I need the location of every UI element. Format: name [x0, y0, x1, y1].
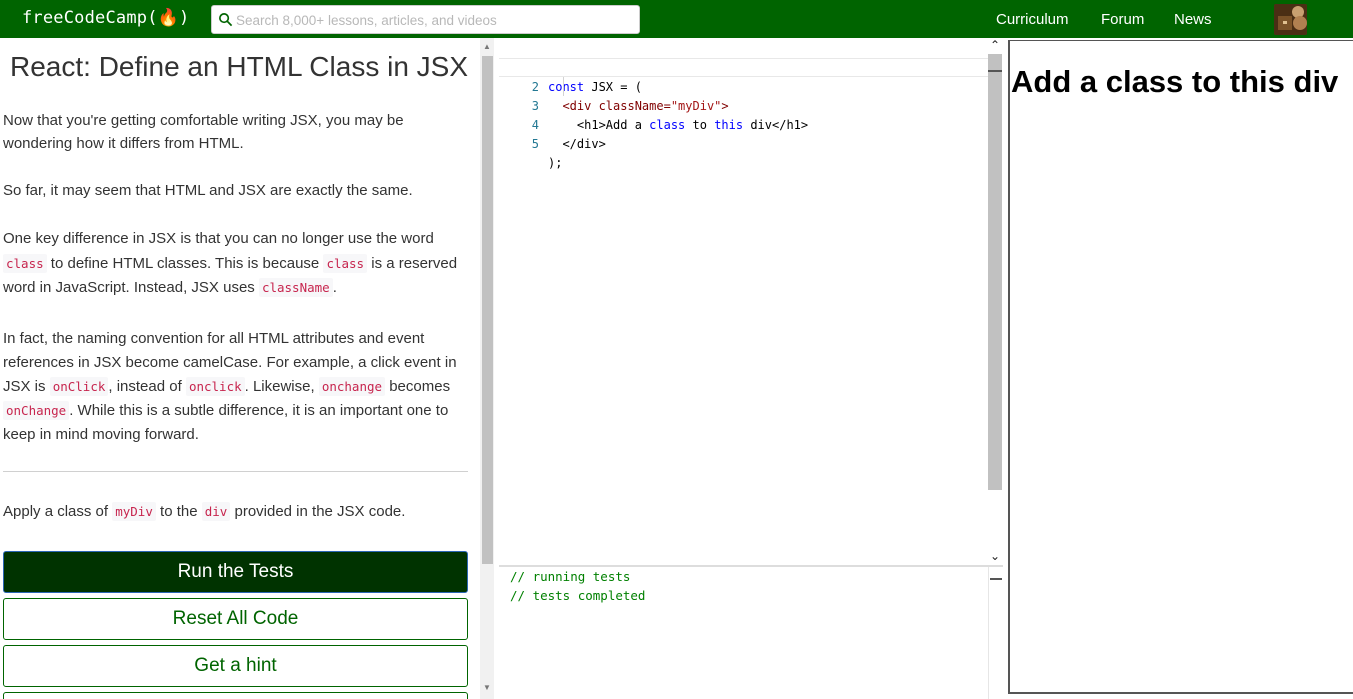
console-scrollbar[interactable]	[988, 567, 1002, 699]
scrollbar-thumb[interactable]	[482, 56, 493, 564]
avatar-icon	[1274, 4, 1307, 35]
inline-code: div	[201, 502, 231, 521]
paragraph-1: Now that you're getting comfortable writ…	[3, 112, 404, 152]
code-editor[interactable]: 1 const JSX = ( 2 <div className="myDiv"…	[499, 38, 1003, 563]
inline-code: class	[323, 253, 368, 273]
scroll-up-icon[interactable]: ▲	[480, 40, 494, 54]
navbar: freeCodeCamp(🔥) Curriculum Forum News	[0, 0, 1353, 38]
scroll-down-icon[interactable]: ▼	[480, 681, 494, 695]
run-tests-button[interactable]: Run the Tests	[3, 551, 468, 593]
code-line[interactable]: 4 </div>	[499, 97, 989, 151]
description-scrollbar[interactable]: ▲ ▼	[480, 38, 494, 699]
nav-news-link[interactable]: News	[1174, 11, 1212, 28]
inline-code: onchange	[318, 377, 386, 396]
ask-help-button[interactable]	[3, 692, 468, 699]
inline-code: class	[3, 253, 47, 273]
code-line[interactable]: 5 );	[499, 116, 989, 170]
inline-code: onClick	[49, 377, 109, 396]
code-line[interactable]: 3 <h1>Add a class to this div</h1>	[499, 78, 989, 132]
search-box[interactable]	[211, 5, 640, 34]
editor-scroll-up-icon[interactable]: ⌃	[988, 38, 1002, 52]
cursor-marker	[988, 70, 1002, 72]
paragraph-4: In fact, the naming convention for all H…	[3, 330, 457, 443]
indent-guide	[563, 77, 564, 96]
freecodecamp-logo[interactable]: freeCodeCamp(🔥)	[22, 8, 189, 28]
code-line-active[interactable]: 2 <div className="myDiv">	[499, 58, 989, 113]
editor-scroll-down-icon[interactable]: ⌄	[988, 549, 1002, 563]
inline-code: onChange	[3, 401, 70, 420]
task-instructions: Apply a class of myDiv to the div provid…	[3, 502, 406, 521]
preview-pane: Add a class to this div	[1008, 40, 1353, 694]
test-output-console[interactable]: // running tests // tests completed	[499, 565, 1003, 699]
console-scroll-marker	[990, 578, 1002, 580]
preview-heading: Add a class to this div	[1011, 64, 1339, 99]
code-line[interactable]: 1 const JSX = (	[499, 40, 989, 94]
section-divider	[3, 471, 468, 472]
inline-code: onclick	[185, 377, 245, 396]
nav-curriculum-link[interactable]: Curriculum	[996, 11, 1069, 28]
console-line: // tests completed	[510, 588, 646, 603]
search-input[interactable]	[236, 10, 631, 30]
get-hint-button[interactable]: Get a hint	[3, 645, 468, 687]
console-line: // running tests	[510, 569, 631, 584]
user-avatar[interactable]	[1274, 4, 1307, 35]
editor-scrollbar[interactable]: ⌃ ⌄	[988, 38, 1002, 565]
challenge-description-pane: React: Define an HTML Class in JSX Now t…	[0, 38, 479, 699]
paragraph-3: One key difference in JSX is that you ca…	[3, 230, 458, 297]
editor-scrollbar-thumb[interactable]	[988, 54, 1002, 490]
challenge-title: React: Define an HTML Class in JSX	[10, 51, 469, 82]
reset-code-button[interactable]: Reset All Code	[3, 598, 468, 640]
inline-code: className	[258, 278, 333, 297]
nav-forum-link[interactable]: Forum	[1101, 11, 1144, 28]
inline-code: myDiv	[112, 502, 156, 521]
search-icon	[219, 13, 233, 27]
paragraph-2: So far, it may seem that HTML and JSX ar…	[3, 182, 413, 199]
